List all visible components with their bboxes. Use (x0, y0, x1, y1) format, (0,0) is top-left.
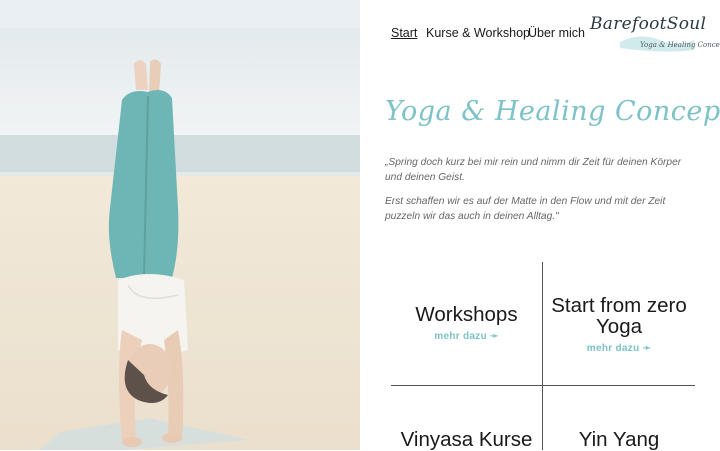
intro-quote: „Spring doch kurz bei mir rein und nimm … (385, 155, 700, 233)
offers-grid: Workshops mehr dazu ➛ Start from zero Yo… (391, 262, 695, 450)
offer-title: Yin Yang (578, 428, 660, 451)
more-link[interactable]: mehr dazu ➛ (391, 331, 542, 342)
logo-wordmark: BarefootSoul (590, 14, 707, 34)
hero-photo (0, 0, 360, 450)
handstand-beach-image (0, 0, 360, 450)
nav-courses-link[interactable]: Kurse & Workshop (426, 26, 530, 40)
page-headline: Yoga & Healing Concepts (385, 96, 720, 127)
grid-divider-horizontal (391, 385, 695, 386)
logo-tagline: Yoga & Healing Concepts (640, 41, 720, 49)
offer-title: Start from zero Yoga (551, 294, 687, 338)
offer-yin-yang[interactable]: Yin Yang (543, 429, 695, 450)
quote-paragraph-1: „Spring doch kurz bei mir rein und nimm … (385, 157, 682, 183)
offer-start-from-zero[interactable]: Start from zero Yoga mehr dazu ➛ (543, 295, 695, 354)
offer-vinyasa[interactable]: Vinyasa Kurse (391, 429, 542, 450)
nav-about-link[interactable]: Über mich (528, 26, 585, 40)
site-logo[interactable]: BarefootSoul Yoga & Healing Concepts (588, 12, 720, 56)
more-link[interactable]: mehr dazu ➛ (543, 343, 695, 354)
offer-title: Workshops (415, 303, 518, 326)
offer-title: Vinyasa Kurse (400, 428, 533, 451)
offer-workshops[interactable]: Workshops mehr dazu ➛ (391, 304, 542, 342)
nav-start-link[interactable]: Start (391, 26, 417, 40)
quote-paragraph-2: Erst schaffen wir es auf der Matte in de… (385, 196, 666, 222)
grid-divider-vertical (542, 262, 543, 450)
